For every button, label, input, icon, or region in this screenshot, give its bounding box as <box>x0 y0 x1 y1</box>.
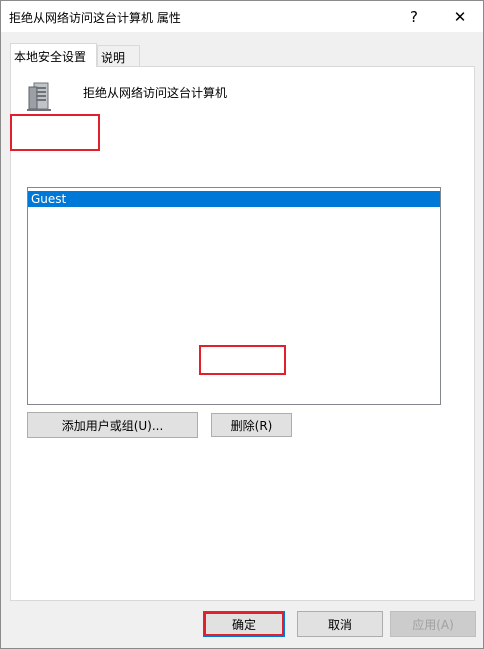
close-button[interactable]: ✕ <box>437 1 483 32</box>
remove-button[interactable]: 删除(R) <box>211 413 292 437</box>
apply-button[interactable]: 应用(A) <box>390 611 476 637</box>
ok-button[interactable]: 确定 <box>203 611 285 637</box>
cancel-button[interactable]: 取消 <box>297 611 383 637</box>
add-user-or-group-button[interactable]: 添加用户或组(U)... <box>27 412 198 438</box>
tab-local-security-setting[interactable]: 本地安全设置 <box>10 43 97 67</box>
list-item[interactable]: Guest <box>28 191 440 207</box>
server-icon <box>27 82 51 111</box>
title-bar: 拒绝从网络访问这台计算机 属性 ? ✕ <box>1 1 483 32</box>
policy-title: 拒绝从网络访问这台计算机 <box>83 86 228 100</box>
properties-dialog: 拒绝从网络访问这台计算机 属性 ? ✕ 本地安全设置 说明 拒绝从网络访问这台计… <box>0 0 484 649</box>
window-title: 拒绝从网络访问这台计算机 属性 <box>9 11 181 25</box>
help-button[interactable]: ? <box>391 1 437 32</box>
tab-panel: 拒绝从网络访问这台计算机 Guest 添加用户或组(U)... 删除(R) <box>10 66 475 601</box>
user-listbox[interactable]: Guest <box>27 187 441 405</box>
tab-explain[interactable]: 说明 <box>97 45 140 66</box>
